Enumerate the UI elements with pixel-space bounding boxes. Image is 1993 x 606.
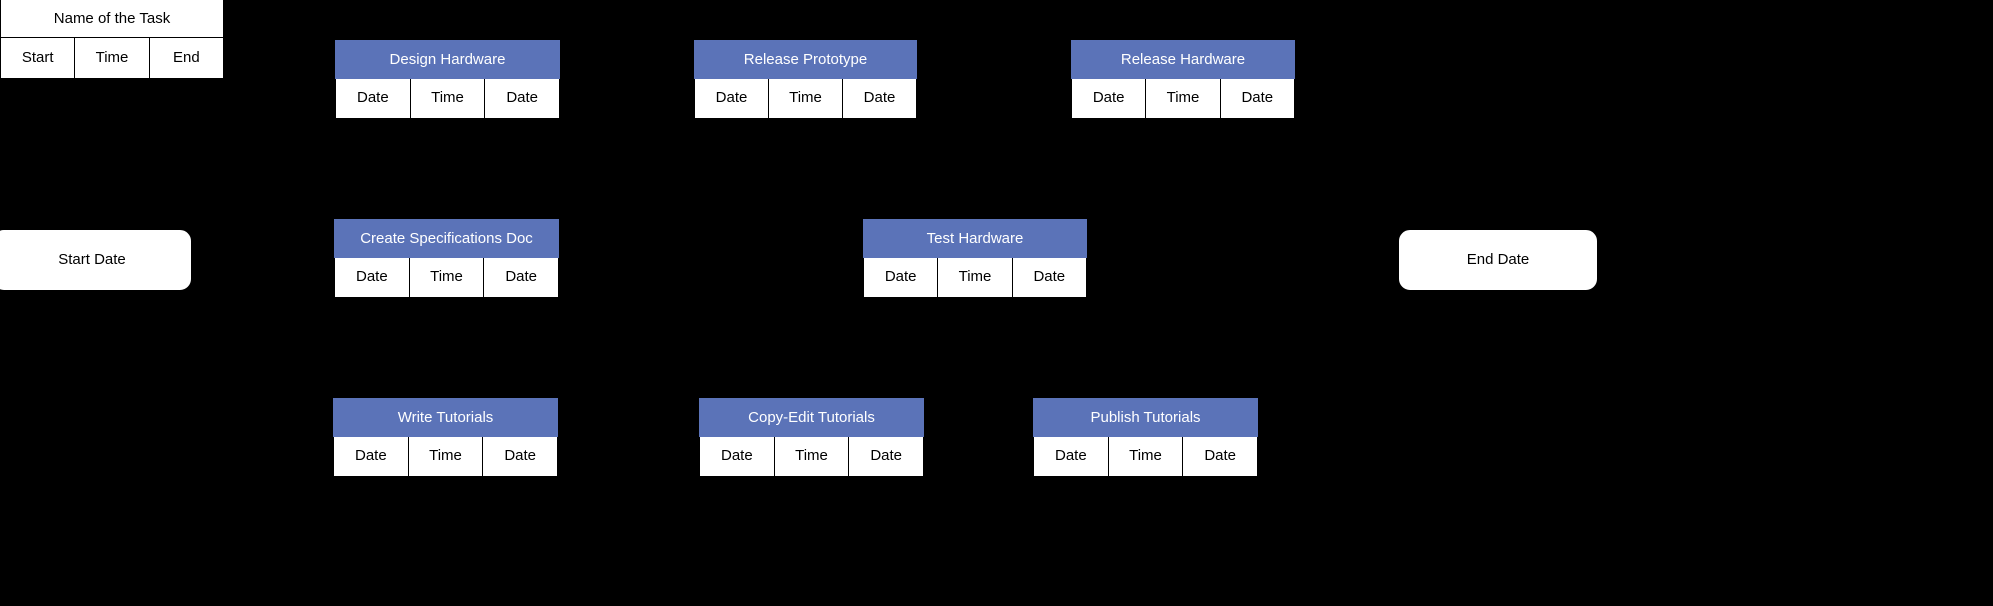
task-node-create-specifications-doc[interactable]: Create Specifications Doc Date Time Date — [334, 219, 559, 298]
task-cell-start: Date — [336, 79, 411, 118]
task-cell-end: Date — [1204, 447, 1237, 464]
legend-cell-end: End — [172, 49, 200, 66]
task-fields-row: Date Time Date — [334, 258, 559, 298]
task-cell-time: Time — [769, 79, 843, 118]
task-cell-time: Time — [409, 437, 484, 476]
task-cell-end: Date — [1033, 268, 1066, 285]
task-cell-time: Time — [410, 258, 485, 297]
task-fields-row: Date Time Date — [1071, 79, 1295, 119]
terminal-start-date[interactable]: Start Date — [0, 229, 192, 291]
task-cell-end: Date — [1241, 89, 1274, 106]
task-cell-time: Time — [1146, 79, 1221, 118]
task-cell-end: Date — [863, 89, 896, 106]
task-cell-end: Date — [870, 447, 903, 464]
legend-cell-time: Time — [75, 38, 150, 78]
task-fields-row: Date Time Date — [333, 437, 558, 477]
task-cell-time: Time — [411, 79, 486, 118]
task-cell-start: Date — [695, 79, 769, 118]
legend-key: Name of the Task Start Time End — [0, 0, 224, 79]
task-cell-time: Time — [775, 437, 850, 476]
task-title: Copy-Edit Tutorials — [699, 398, 924, 437]
task-title: Design Hardware — [335, 40, 560, 79]
task-node-release-hardware[interactable]: Release Hardware Date Time Date — [1071, 40, 1295, 119]
task-cell-end: Date — [505, 268, 538, 285]
legend-row: Start Time End — [1, 38, 223, 78]
task-cell-end: Date — [504, 447, 537, 464]
task-cell-time: Time — [938, 258, 1013, 297]
task-fields-row: Date Time Date — [1033, 437, 1258, 477]
legend-cell-start: Start — [1, 38, 76, 78]
task-cell-start: Date — [334, 437, 409, 476]
task-title: Release Hardware — [1071, 40, 1295, 79]
task-fields-row: Date Time Date — [699, 437, 924, 477]
task-title: Test Hardware — [863, 219, 1087, 258]
terminal-end-date[interactable]: End Date — [1398, 229, 1598, 291]
task-cell-start: Date — [864, 258, 939, 297]
task-fields-row: Date Time Date — [694, 79, 917, 119]
task-fields-row: Date Time Date — [863, 258, 1087, 298]
task-title: Write Tutorials — [333, 398, 558, 437]
task-cell-start: Date — [335, 258, 410, 297]
legend-title: Name of the Task — [1, 0, 223, 38]
task-node-publish-tutorials[interactable]: Publish Tutorials Date Time Date — [1033, 398, 1258, 477]
task-node-release-prototype[interactable]: Release Prototype Date Time Date — [694, 40, 917, 119]
task-cell-end: Date — [506, 89, 539, 106]
task-node-design-hardware[interactable]: Design Hardware Date Time Date — [335, 40, 560, 119]
task-title: Create Specifications Doc — [334, 219, 559, 258]
task-cell-start: Date — [1034, 437, 1109, 476]
task-cell-start: Date — [700, 437, 775, 476]
task-cell-start: Date — [1072, 79, 1147, 118]
task-node-write-tutorials[interactable]: Write Tutorials Date Time Date — [333, 398, 558, 477]
task-cell-time: Time — [1109, 437, 1184, 476]
task-node-test-hardware[interactable]: Test Hardware Date Time Date — [863, 219, 1087, 298]
task-node-copy-edit-tutorials[interactable]: Copy-Edit Tutorials Date Time Date — [699, 398, 924, 477]
task-title: Publish Tutorials — [1033, 398, 1258, 437]
diagram-canvas: Name of the Task Start Time End Start Da… — [0, 0, 1993, 606]
task-title: Release Prototype — [694, 40, 917, 79]
task-fields-row: Date Time Date — [335, 79, 560, 119]
